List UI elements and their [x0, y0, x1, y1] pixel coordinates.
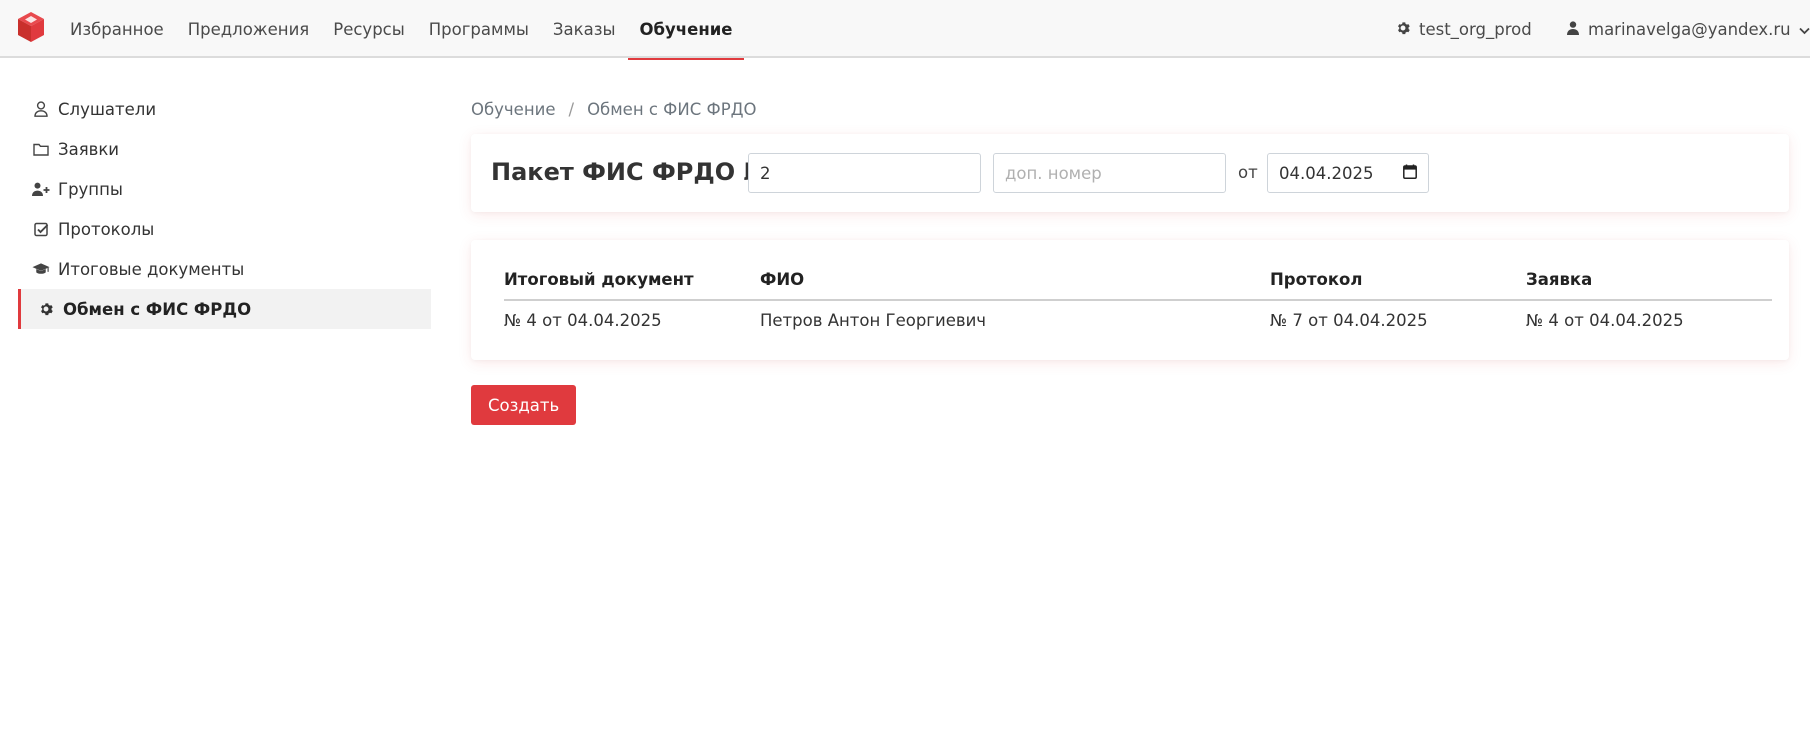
cell-final-document: № 4 от 04.04.2025 — [504, 311, 662, 330]
sidebar: Слушатели Заявки Группы Протоколы Итогов… — [18, 89, 431, 329]
package-number-input[interactable]: 2 — [748, 153, 981, 193]
breadcrumb-current: Обмен с ФИС ФРДО — [587, 100, 757, 119]
org-selector[interactable]: test_org_prod — [1396, 0, 1532, 58]
sidebar-item-fis-frdo-exchange[interactable]: Обмен с ФИС ФРДО — [18, 289, 431, 329]
extra-number-input[interactable]: доп. номер — [993, 153, 1226, 193]
user-plus-icon — [32, 180, 50, 198]
cell-protocol: № 7 от 04.04.2025 — [1270, 311, 1428, 330]
sidebar-item-label: Обмен с ФИС ФРДО — [63, 299, 252, 319]
chevron-down-icon — [1798, 20, 1810, 39]
sidebar-item-label: Итоговые документы — [58, 259, 245, 279]
calendar-icon[interactable] — [1403, 164, 1417, 183]
user-email: marinavelga@yandex.ru — [1588, 19, 1791, 39]
table-header-row: Итоговый документ ФИО Протокол Заявка — [504, 260, 1772, 301]
org-name: test_org_prod — [1419, 19, 1532, 39]
gear-icon — [1396, 20, 1419, 39]
package-title: Пакет ФИС ФРДО № — [491, 158, 773, 186]
check-square-icon — [32, 220, 50, 238]
logo-cube-icon[interactable] — [16, 11, 48, 43]
folder-icon — [32, 140, 50, 158]
nav-item-training[interactable]: Обучение — [627, 0, 745, 60]
graduation-cap-icon — [32, 260, 50, 278]
sidebar-item-label: Заявки — [58, 139, 120, 159]
column-header-full-name: ФИО — [760, 260, 1270, 301]
date-input[interactable]: 04.04.2025 — [1267, 153, 1429, 193]
sidebar-item-listeners[interactable]: Слушатели — [18, 89, 431, 129]
nav-item-programs[interactable]: Программы — [417, 0, 541, 58]
user-icon — [1567, 20, 1588, 39]
nav-item-resources[interactable]: Ресурсы — [321, 0, 417, 58]
cell-request: № 4 от 04.04.2025 — [1526, 311, 1684, 330]
column-header-final-document: Итоговый документ — [504, 260, 760, 301]
cell-full-name: Петров Антон Георгиевич — [760, 311, 987, 330]
from-label: от — [1238, 163, 1258, 182]
sidebar-item-final-documents[interactable]: Итоговые документы — [18, 249, 431, 289]
sidebar-item-label: Группы — [58, 179, 123, 199]
documents-table: Итоговый документ ФИО Протокол Заявка № … — [504, 260, 1772, 340]
package-header-card: Пакет ФИС ФРДО № 2 доп. номер от 04.04.2… — [471, 134, 1789, 212]
nav-item-offers[interactable]: Предложения — [176, 0, 322, 58]
user-outline-icon — [32, 100, 50, 118]
sidebar-item-requests[interactable]: Заявки — [18, 129, 431, 169]
nav-item-favorites[interactable]: Избранное — [58, 0, 176, 58]
top-navbar: Избранное Предложения Ресурсы Программы … — [0, 0, 1810, 60]
user-menu[interactable]: marinavelga@yandex.ru — [1567, 0, 1810, 58]
sidebar-item-label: Протоколы — [58, 219, 155, 239]
nav-item-orders[interactable]: Заказы — [541, 0, 628, 58]
breadcrumb-parent-link[interactable]: Обучение — [471, 100, 556, 119]
sidebar-item-groups[interactable]: Группы — [18, 169, 431, 209]
gear-icon — [37, 300, 55, 318]
column-header-protocol: Протокол — [1270, 260, 1526, 301]
breadcrumb: Обучение / Обмен с ФИС ФРДО — [471, 100, 757, 119]
sidebar-item-protocols[interactable]: Протоколы — [18, 209, 431, 249]
sidebar-item-label: Слушатели — [58, 99, 157, 119]
main-nav: Избранное Предложения Ресурсы Программы … — [58, 0, 745, 60]
column-header-request: Заявка — [1526, 260, 1772, 301]
breadcrumb-separator: / — [568, 100, 575, 119]
create-button[interactable]: Создать — [471, 385, 577, 425]
documents-table-card: Итоговый документ ФИО Протокол Заявка № … — [471, 240, 1789, 360]
table-row[interactable]: № 4 от 04.04.2025 Петров Антон Георгиеви… — [504, 300, 1772, 340]
date-value: 04.04.2025 — [1279, 163, 1374, 183]
